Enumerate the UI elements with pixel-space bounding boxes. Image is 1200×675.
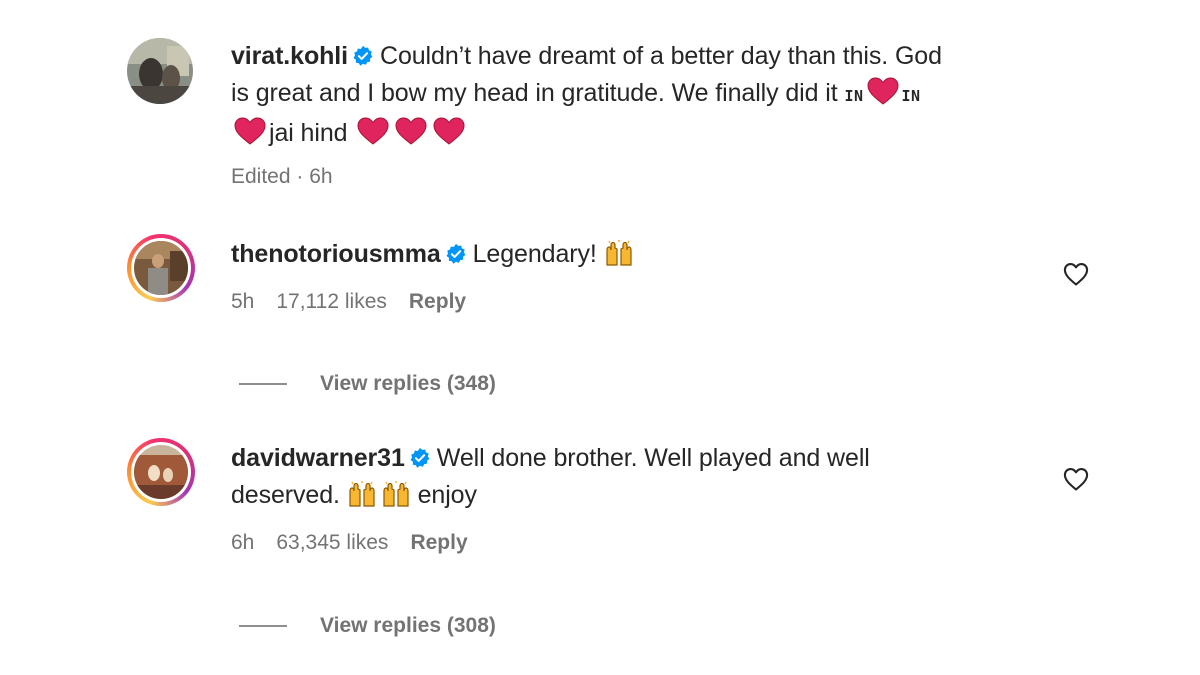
username-davidwarner31[interactable]: davidwarner31: [231, 444, 405, 472]
view-replies-button[interactable]: View replies (308): [239, 611, 496, 641]
reply-button[interactable]: Reply: [410, 531, 467, 554]
red-heart-icon: [394, 116, 428, 146]
comment-text-line1: Couldn’t have dreamt of a better day tha…: [380, 42, 942, 70]
timestamp: Edited · 6h: [231, 165, 333, 188]
verified-badge-icon: [445, 243, 467, 265]
username-thenotoriousmma[interactable]: thenotoriousmma: [231, 240, 441, 268]
username-virat-kohli[interactable]: virat.kohli: [231, 42, 348, 70]
timestamp: 5h: [231, 290, 255, 313]
comment-meta: 6h 63,345 likes Reply: [231, 528, 1071, 558]
reply-button[interactable]: Reply: [409, 290, 466, 313]
avatar-davidwarner31[interactable]: [127, 438, 195, 506]
comment-text-end: enjoy: [417, 481, 477, 509]
timestamp: 6h: [231, 531, 255, 554]
comment-text-line2: is great and I bow my head in gratitude.…: [231, 79, 838, 107]
heart-outline-icon[interactable]: [1062, 465, 1092, 495]
red-heart-icon: [356, 116, 390, 146]
comment-meta: 5h 17,112 likes Reply: [231, 287, 1071, 317]
avatar-thenotoriousmma[interactable]: [127, 234, 195, 302]
flag-india-icon: IN: [901, 87, 921, 105]
comment-text-line3: jai hind: [269, 119, 348, 147]
view-replies-label: View replies (308): [320, 614, 496, 637]
flag-india-icon: IN: [844, 87, 864, 105]
raising-hands-icon: [381, 480, 411, 508]
view-replies-label: View replies (348): [320, 372, 496, 395]
red-heart-icon: [233, 116, 267, 146]
verified-badge-icon: [352, 45, 374, 67]
verified-badge-icon: [409, 447, 431, 469]
comment-text-line2: deserved.: [231, 481, 340, 509]
view-replies-button[interactable]: View replies (348): [239, 369, 496, 399]
like-count[interactable]: 17,112 likes: [276, 290, 387, 313]
red-heart-icon: [866, 76, 900, 106]
raising-hands-icon: [347, 480, 377, 508]
comment-text: Legendary!: [472, 240, 597, 268]
raising-hands-icon: [604, 239, 634, 267]
divider-line: [239, 383, 287, 386]
red-heart-icon: [432, 116, 466, 146]
comment-text-line1: Well done brother. Well played and well: [436, 444, 870, 472]
avatar-virat-kohli[interactable]: [127, 38, 195, 106]
heart-outline-icon[interactable]: [1062, 260, 1092, 290]
divider-line: [239, 625, 287, 628]
comment-meta: Edited · 6h: [231, 162, 1071, 192]
like-count[interactable]: 63,345 likes: [276, 531, 388, 554]
